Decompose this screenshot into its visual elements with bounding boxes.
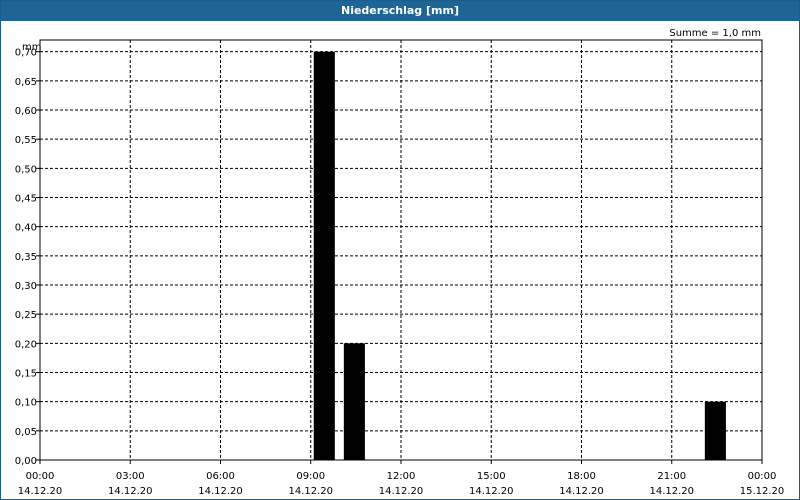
y-tick-label: 0,00: [15, 456, 37, 467]
y-tick-label: 0,45: [15, 194, 37, 205]
x-tick-time-label: 03:00: [116, 471, 145, 482]
y-tick-label: 0,15: [15, 369, 37, 380]
precipitation-bar: [704, 401, 726, 460]
y-tick-label: 0,40: [15, 223, 37, 234]
y-tick-label: 0,60: [15, 106, 37, 117]
y-tick-label: 0,55: [15, 135, 37, 146]
y-tick-label: 0,70: [15, 48, 37, 59]
precipitation-bar: [343, 343, 365, 460]
x-tick-time-label: 21:00: [657, 471, 686, 482]
y-tick-label: 0,05: [15, 427, 37, 438]
x-tick-date-label: 14.12.20: [198, 486, 243, 497]
y-tick-label: 0,50: [15, 164, 37, 175]
x-tick-date-label: 14.12.20: [18, 486, 63, 497]
y-tick-label: 0,20: [15, 339, 37, 350]
x-tick-time-label: 12:00: [387, 471, 416, 482]
x-tick-date-label: 15.12.20: [740, 486, 785, 497]
y-tick-label: 0,65: [15, 77, 37, 88]
x-axis-ticks: 00:00 14.12.20 03:00 14.12.20 06:00 14.12.20 0…: [18, 460, 785, 497]
precipitation-bar: [313, 51, 335, 461]
sum-label: Summe = 1,0 mm: [669, 28, 761, 39]
y-tick-label: 0,25: [15, 310, 37, 321]
x-tick-time-label: 09:00: [296, 471, 325, 482]
grid-lines: [40, 40, 762, 460]
precipitation-chart: mm Summe = 1,0 mm 0,000,050,100,150,200,…: [15, 28, 785, 497]
x-tick-date-label: 14.12.20: [379, 486, 424, 497]
x-tick-date-label: 14.12.20: [288, 486, 333, 497]
x-tick-time-label: 00:00: [26, 471, 55, 482]
y-tick-label: 0,10: [15, 398, 37, 409]
y-tick-label: 0,30: [15, 281, 37, 292]
x-tick-date-label: 14.12.20: [108, 486, 153, 497]
x-tick-time-label: 15:00: [477, 471, 506, 482]
y-axis-ticks: 0,00 0,05 0,10 0,15 0,20 0,25 0,30 0,35 0,40 0,45…: [15, 48, 40, 467]
x-tick-time-label: 00:00: [748, 471, 777, 482]
y-tick-label: 0,35: [15, 252, 37, 263]
x-tick-date-label: 14.12.20: [469, 486, 514, 497]
x-tick-time-label: 18:00: [567, 471, 596, 482]
x-tick-date-label: 14.12.20: [559, 486, 604, 497]
x-tick-date-label: 14.12.20: [649, 486, 694, 497]
x-tick-time-label: 06:00: [206, 471, 235, 482]
